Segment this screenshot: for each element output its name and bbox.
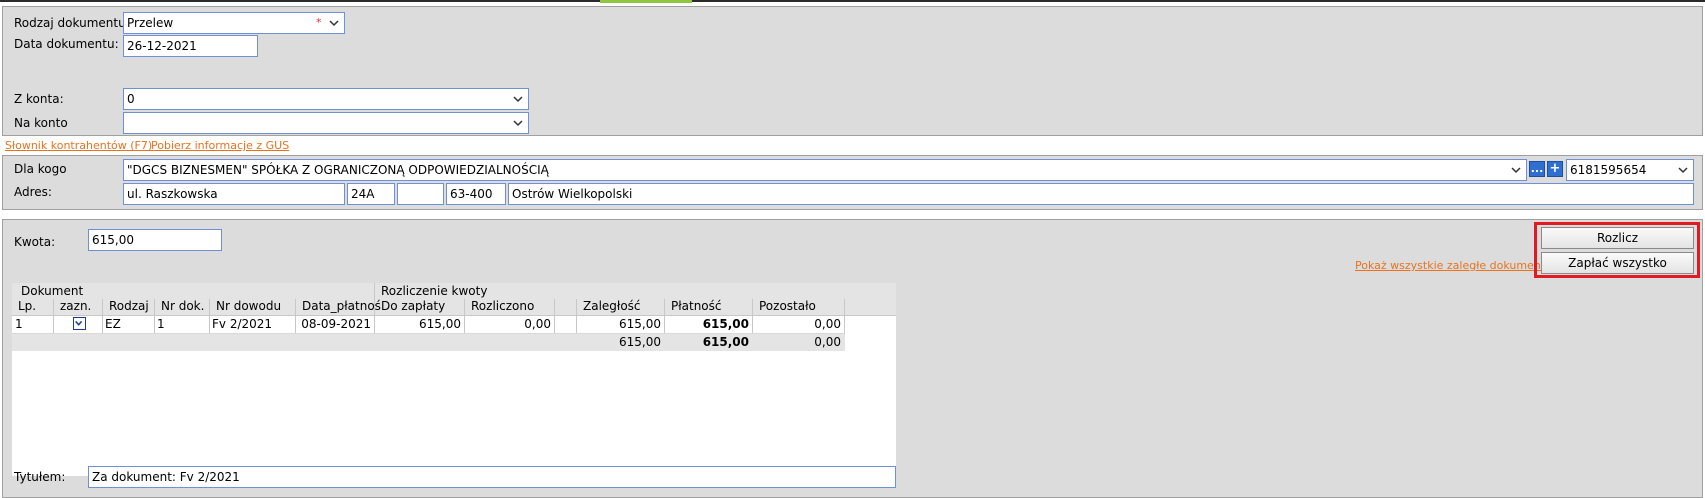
from-account-value: 0 <box>127 92 135 106</box>
document-header-panel: Rodzaj dokumentu: Przelew * Data dokumen… <box>2 6 1703 136</box>
contractors-dictionary-link[interactable]: Słownik kontrahentów (F7) <box>5 139 152 152</box>
payment-panel: Kwota: 615,00 Pokaż wszystkie zaległe do… <box>2 219 1703 498</box>
doc-date-label: Data dokumentu: <box>14 37 119 51</box>
show-overdue-link[interactable]: Pokaż wszystkie zaległe dokumenty <box>1355 259 1552 272</box>
to-account-label: Na konto <box>14 116 68 130</box>
col-payment-date[interactable]: Data_płatnoś <box>299 298 384 314</box>
active-tab-indicator <box>600 0 692 3</box>
street-input[interactable]: ul. Raszkowska <box>123 183 345 205</box>
contractor-browse-button[interactable]: ... <box>1529 161 1545 177</box>
required-mark: * <box>316 16 322 29</box>
cell-lp: 1 <box>15 317 23 331</box>
city-value: Ostrów Wielkopolski <box>512 187 633 201</box>
col-type[interactable]: Rodzaj <box>106 298 152 314</box>
cell-type: EZ <box>105 317 121 331</box>
doc-type-label: Rodzaj dokumentu: <box>14 16 130 30</box>
cell-settled: 0,00 <box>524 317 551 331</box>
cell-payment-date: 08-09-2021 <box>301 317 371 331</box>
title-label: Tytułem: <box>14 470 66 484</box>
col-marked[interactable]: zazn. <box>57 298 94 314</box>
contractor-label: Dla kogo <box>14 162 67 176</box>
row-checkbox[interactable] <box>73 317 86 330</box>
chevron-down-icon <box>513 120 523 127</box>
amount-value: 615,00 <box>92 233 134 247</box>
cell-overdue: 615,00 <box>619 317 661 331</box>
col-payment[interactable]: Płatność <box>668 298 725 314</box>
nip-value: 6181595654 <box>1570 163 1647 177</box>
settle-button[interactable]: Rozlicz <box>1541 227 1694 249</box>
doc-type-value: Przelew <box>127 16 174 30</box>
from-account-select[interactable]: 0 <box>123 88 529 110</box>
cell-remaining: 0,00 <box>814 317 841 331</box>
amount-input[interactable]: 615,00 <box>88 229 222 251</box>
from-account-label: Z konta: <box>14 92 64 106</box>
contractor-add-button[interactable]: + <box>1547 161 1563 177</box>
chevron-down-icon <box>75 320 83 326</box>
col-overdue[interactable]: Zaległość <box>580 298 644 314</box>
gus-info-link[interactable]: Pobierz informacje z GUS <box>151 139 289 152</box>
address-label: Adres: <box>14 185 52 199</box>
top-bar-right <box>692 0 1705 2</box>
chevron-down-icon <box>513 96 523 103</box>
house-number-value: 24A <box>351 187 375 201</box>
amount-label: Kwota: <box>14 235 56 249</box>
doc-date-value: 26-12-2021 <box>127 39 197 53</box>
city-input[interactable]: Ostrów Wielkopolski <box>508 183 1694 205</box>
top-bar <box>0 0 600 2</box>
total-overdue: 615,00 <box>619 335 661 349</box>
documents-grid: Dokument Rozliczenie kwoty Lp. zazn. Rod… <box>12 283 896 476</box>
col-remaining[interactable]: Pozostało <box>756 298 819 314</box>
group-document: Dokument <box>21 284 84 298</box>
chevron-down-icon <box>329 20 339 27</box>
cell-doc-number: 1 <box>157 317 165 331</box>
postal-code-value: 63-400 <box>450 187 493 201</box>
to-account-select[interactable] <box>123 112 529 134</box>
flat-number-input[interactable] <box>397 183 444 205</box>
col-doc-number[interactable]: Nr dok. <box>158 298 207 314</box>
contractor-panel: Dla kogo "DGCS BIZNESMEN" SPÓŁKA Z OGRAN… <box>2 155 1703 210</box>
chevron-down-icon <box>1511 167 1521 174</box>
chevron-down-icon <box>1678 167 1688 174</box>
pay-all-button[interactable]: Zapłać wszystko <box>1541 252 1694 274</box>
postal-code-input[interactable]: 63-400 <box>446 183 506 205</box>
col-proof-number[interactable]: Nr dowodu <box>213 298 284 314</box>
total-remaining: 0,00 <box>814 335 841 349</box>
doc-date-input[interactable]: 26-12-2021 <box>123 35 258 57</box>
col-settled[interactable]: Rozliczono <box>468 298 537 314</box>
cell-proof-number: Fv 2/2021 <box>212 317 273 331</box>
title-value: Za dokument: Fv 2/2021 <box>92 470 240 484</box>
col-to-pay[interactable]: Do zapłaty <box>378 298 448 314</box>
street-value: ul. Raszkowska <box>127 187 218 201</box>
cell-payment[interactable]: 615,00 <box>664 316 752 333</box>
contractor-value: "DGCS BIZNESMEN" SPÓŁKA Z OGRANICZONĄ OD… <box>127 163 549 177</box>
total-payment: 615,00 <box>702 335 749 349</box>
group-settlement: Rozliczenie kwoty <box>381 284 488 298</box>
nip-select[interactable]: 6181595654 <box>1566 159 1694 181</box>
house-number-input[interactable]: 24A <box>347 183 395 205</box>
cell-to-pay: 615,00 <box>419 317 461 331</box>
col-lp[interactable]: Lp. <box>15 298 39 314</box>
contractor-select[interactable]: "DGCS BIZNESMEN" SPÓŁKA Z OGRANICZONĄ OD… <box>123 159 1527 181</box>
doc-type-select[interactable]: Przelew * <box>123 12 345 34</box>
title-input[interactable]: Za dokument: Fv 2/2021 <box>88 466 896 488</box>
